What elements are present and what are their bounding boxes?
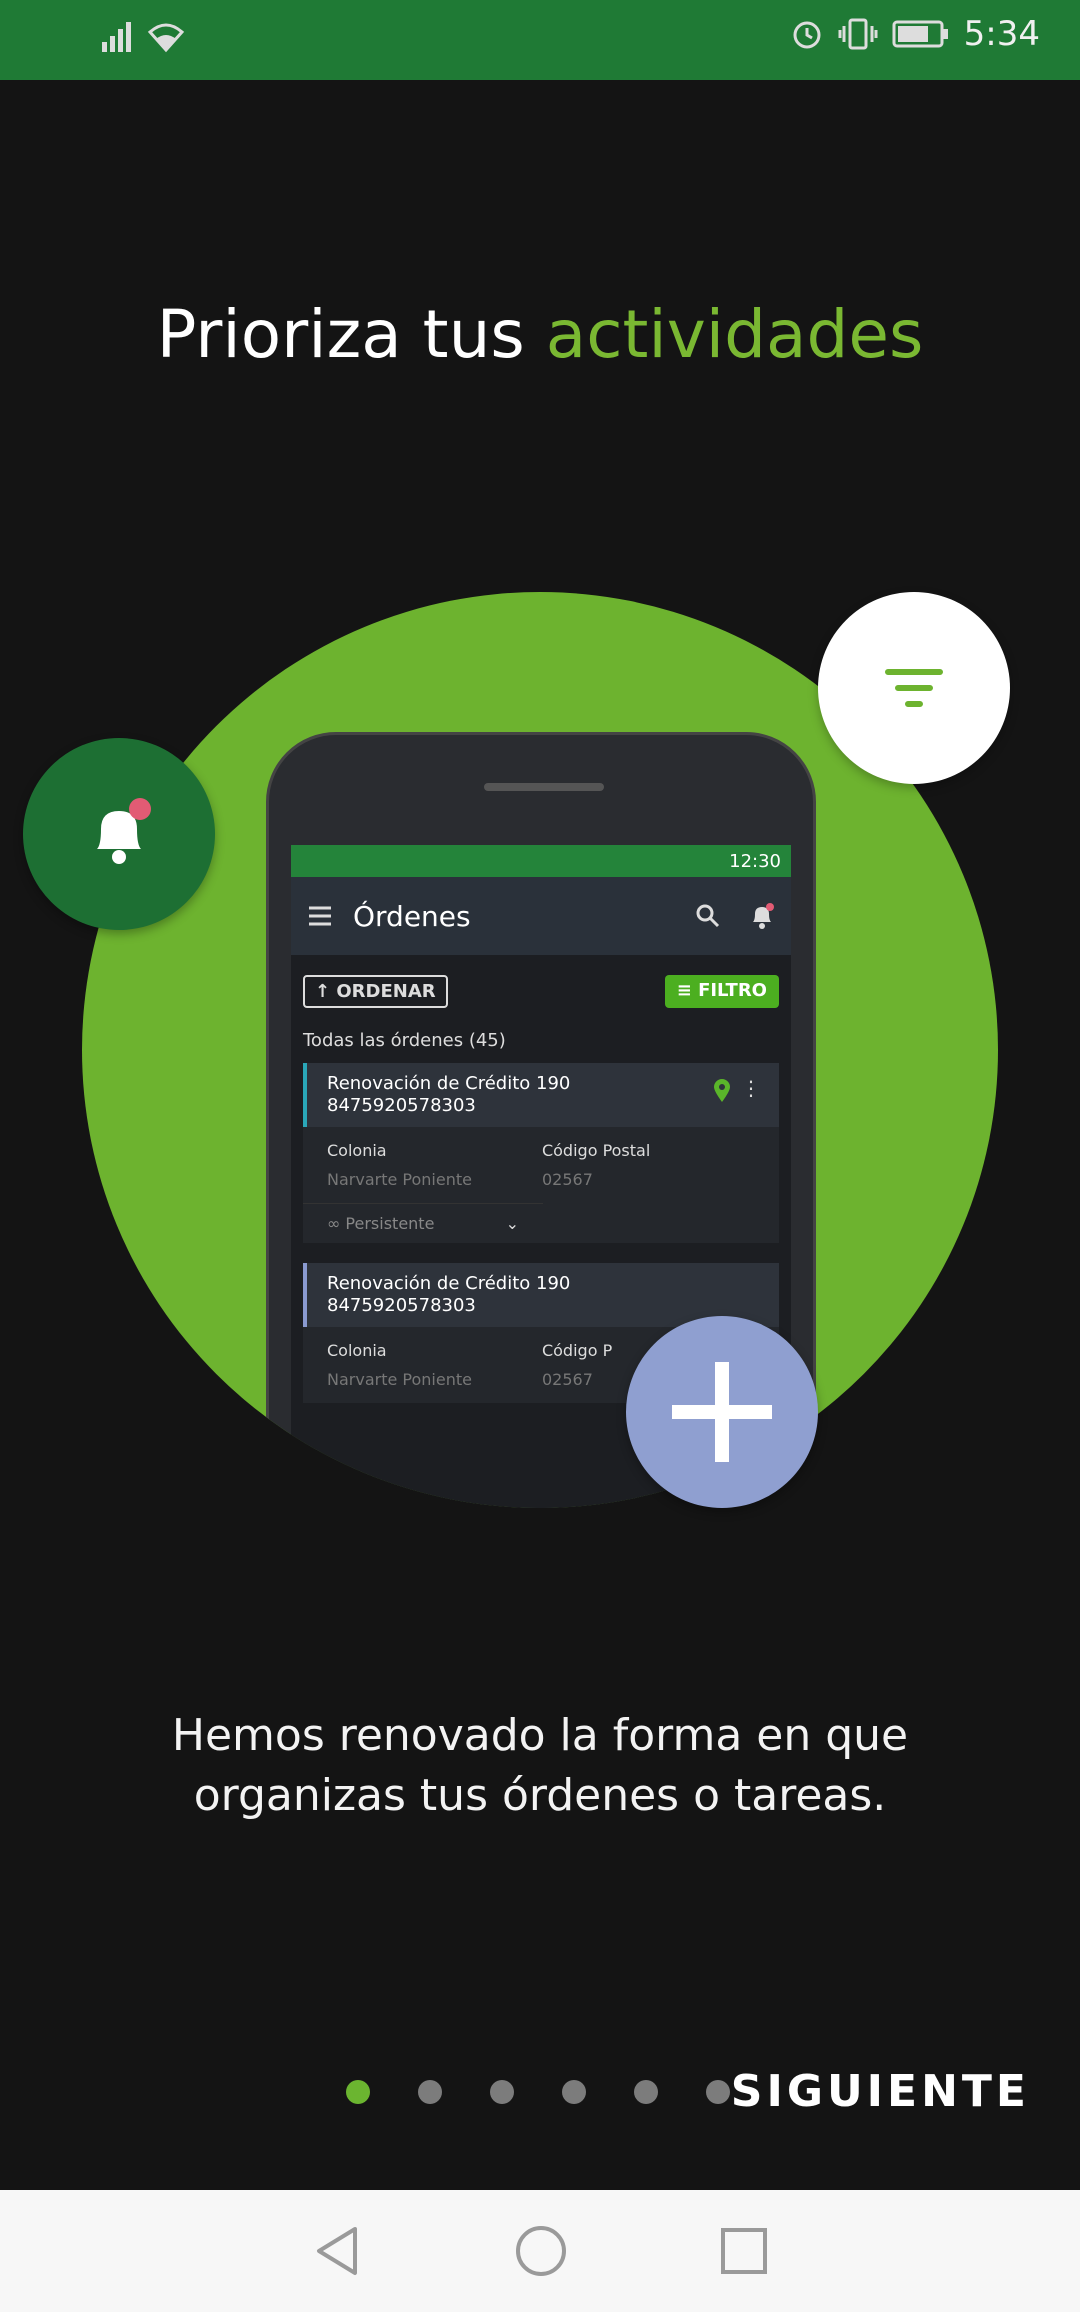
- status-time: 5:34: [963, 14, 1040, 54]
- home-icon[interactable]: [513, 2223, 569, 2279]
- battery-icon: [892, 20, 948, 48]
- add-badge: [626, 1316, 818, 1508]
- page-dot: [634, 2080, 658, 2104]
- page-dot: [490, 2080, 514, 2104]
- notification-dot: [129, 798, 151, 820]
- phone-order-card: Renovación de Crédito 190 8475920578303 …: [303, 1063, 779, 1243]
- title-accent: actividades: [545, 296, 924, 373]
- page-title: Prioriza tus actividades: [0, 296, 1080, 373]
- chevron-down-icon: ⌄: [505, 1214, 519, 1233]
- page-indicator: [346, 2080, 730, 2104]
- search-icon: [696, 904, 720, 928]
- back-icon[interactable]: [311, 2223, 363, 2279]
- bell-icon: [753, 903, 774, 929]
- recents-icon[interactable]: [719, 2226, 769, 2276]
- page-dot: [706, 2080, 730, 2104]
- navigation-bar: [0, 2190, 1080, 2312]
- alarm-icon: [793, 21, 821, 49]
- next-button[interactable]: SIGUIENTE: [731, 2066, 1030, 2117]
- page-dot: [346, 2080, 370, 2104]
- plus-icon: [672, 1362, 772, 1462]
- bell-badge: [23, 738, 215, 930]
- page-dot: [418, 2080, 442, 2104]
- filter-icon: [885, 669, 943, 707]
- phone-status-bar: 12:30: [291, 845, 791, 877]
- title-prefix: Prioriza tus: [156, 296, 546, 373]
- phone-filter-button: ≡ FILTRO: [664, 975, 779, 1008]
- location-pin-icon: [714, 1079, 730, 1102]
- signal-icon: [102, 22, 131, 52]
- description-text: Hemos renovado la forma en que organizas…: [171, 1710, 909, 1821]
- phone-app-title: Órdenes: [353, 899, 471, 933]
- page-dot: [562, 2080, 586, 2104]
- vibrate-icon: [838, 18, 878, 50]
- phone-app-bar: Órdenes: [291, 877, 791, 955]
- phone-list-header: Todas las órdenes (45): [303, 1030, 506, 1051]
- filter-badge: [818, 592, 1010, 784]
- more-icon: ⋮: [741, 1076, 761, 1100]
- phone-status-time: 12:30: [729, 850, 781, 872]
- wifi-icon: [147, 23, 185, 53]
- status-bar: 5:34: [0, 0, 1080, 80]
- menu-icon: [309, 906, 331, 926]
- phone-sort-button: ↑ ORDENAR: [303, 975, 448, 1008]
